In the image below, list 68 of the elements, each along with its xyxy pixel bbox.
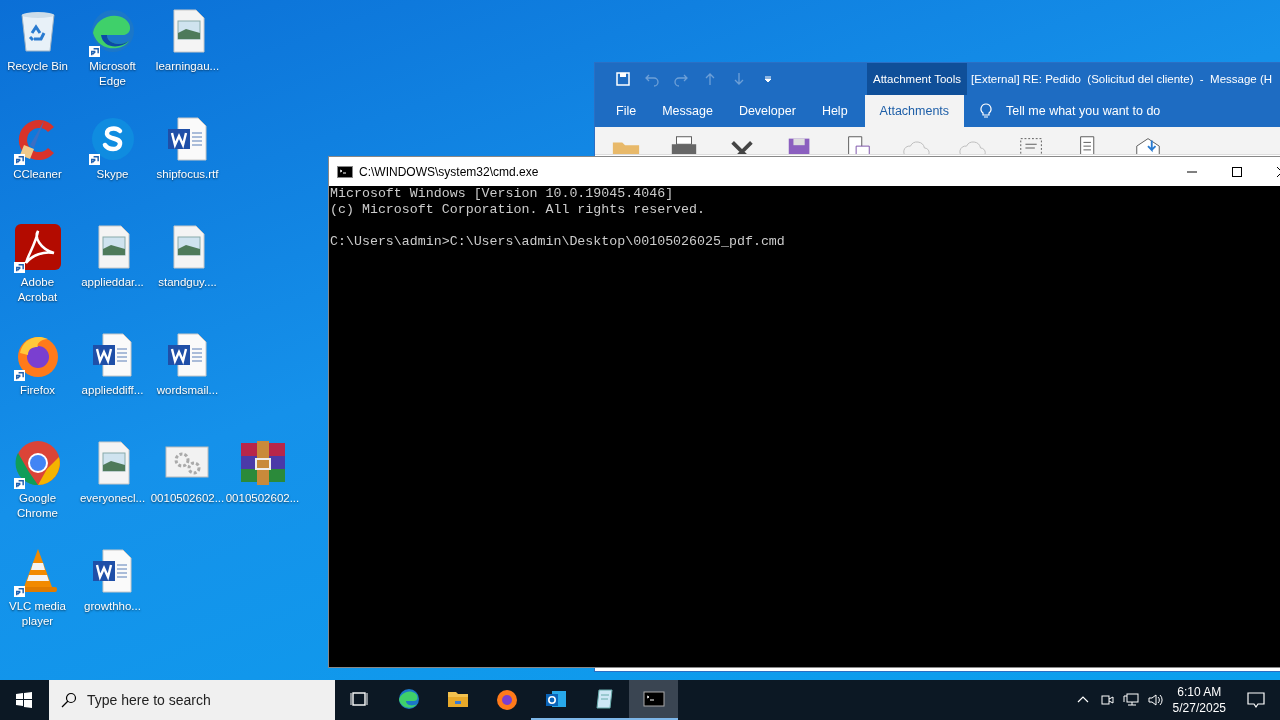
chrome-icon: [13, 439, 62, 487]
notifications-icon[interactable]: [1246, 690, 1266, 710]
ribbon-tab[interactable]: File: [603, 95, 650, 127]
shortcut-label: Microsoft Edge: [88, 59, 137, 89]
console-icon: [337, 163, 353, 180]
ribbon-tab[interactable]: Message: [649, 95, 726, 127]
ribbon-tab[interactable]: Help: [808, 95, 861, 127]
shortcut-label: learningau...: [154, 59, 221, 74]
volume-icon[interactable]: [1146, 692, 1163, 708]
shortcut-label: growthho...: [83, 599, 142, 614]
ribbon-tab[interactable]: Developer: [725, 95, 809, 127]
printer-icon[interactable]: [669, 133, 699, 154]
windows-logo-icon: [16, 692, 32, 708]
network-icon[interactable]: [1122, 692, 1139, 708]
shortcut-label: CCleaner: [12, 167, 63, 182]
context-tab-label: Attachment Tools: [867, 63, 967, 95]
shortcut-label: Recycle Bin: [6, 59, 69, 74]
clock-time[interactable]: 6:10 AM: [1177, 684, 1222, 700]
clock-date[interactable]: 5/27/2025: [1172, 700, 1226, 716]
desktop-shortcut[interactable]: Skype: [75, 108, 150, 216]
acrobat-icon: [13, 223, 62, 271]
desktop-shortcut[interactable]: Adobe Acrobat: [0, 216, 75, 324]
desktop-shortcut[interactable]: growthho...: [75, 540, 150, 648]
ribbon-tab[interactable]: Attachments: [864, 95, 965, 127]
desktop-shortcut[interactable]: 0010502602...: [225, 432, 300, 540]
shortcut-label: Google Chrome: [16, 491, 59, 521]
desktop-shortcut[interactable]: Microsoft Edge: [75, 0, 150, 108]
shortcut-label: 0010502602...: [150, 491, 225, 506]
desktop-shortcut[interactable]: 0010502602...: [150, 432, 225, 540]
window-title: [External] RE: Pedido (Solicitud del cliente) - Message (H: [971, 73, 1273, 85]
desktop-shortcut[interactable]: Google Chrome: [0, 432, 75, 540]
shortcut-label: shipfocus.rtf: [155, 167, 220, 182]
taskbar-app-button[interactable]: [629, 680, 678, 720]
desktop-shortcut[interactable]: everyonecl...: [75, 432, 150, 540]
window-title: C:\WINDOWS\system32\cmd.exe: [359, 164, 539, 179]
desktop-shortcut[interactable]: Recycle Bin: [0, 0, 75, 108]
desktop-shortcut[interactable]: VLC media player: [0, 540, 75, 648]
shortcut-label: standguy....: [157, 275, 218, 290]
desktop-shortcut[interactable]: learningau...: [150, 0, 225, 108]
shortcut-label: Adobe Acrobat: [16, 275, 59, 305]
shortcut-label: Skype: [95, 167, 130, 182]
desktop-shortcut[interactable]: Firefox: [0, 324, 75, 432]
search-icon: [61, 692, 77, 708]
desktop-shortcut[interactable]: CCleaner: [0, 108, 75, 216]
shortcut-label: VLC media player: [8, 599, 67, 629]
search-field[interactable]: Type here to search: [49, 680, 335, 720]
desktop-shortcut[interactable]: applieddiff...: [75, 324, 150, 432]
maximize-icon: [1231, 166, 1242, 177]
console-line: Microsoft Windows [Version 10.0.19045.4046]: [330, 186, 675, 202]
console-line: C:\Users\admin>C:\Users\admin\Desktop\00105026025_pdf.cmd: [330, 234, 786, 250]
shortcut-label: Firefox: [18, 383, 57, 398]
camera-icon[interactable]: [1098, 692, 1115, 708]
desktop-shortcut[interactable]: applieddar...: [75, 216, 150, 324]
console-line: (c) Microsoft Corporation. All rights reserved.: [330, 202, 707, 218]
tell-me-search[interactable]: Tell me what you want to do: [1006, 104, 1161, 118]
shortcut-label: wordsmail...: [155, 383, 220, 398]
edge-icon: [396, 687, 421, 711]
shortcut-label: applieddiff...: [80, 383, 145, 398]
desktop-shortcut[interactable]: shipfocus.rtf: [150, 108, 225, 216]
lightbulb-icon: [978, 103, 995, 119]
save-icon[interactable]: [615, 71, 631, 87]
shortcut-label: applieddar...: [80, 275, 145, 290]
shortcut-label: 0010502602...: [225, 491, 300, 506]
shortcut-label: everyonecl...: [78, 491, 147, 506]
firefox-icon: [494, 687, 519, 711]
archive-icon: [238, 439, 287, 487]
desktop-shortcut[interactable]: standguy....: [150, 216, 225, 324]
desktop-shortcut[interactable]: wordsmail...: [150, 324, 225, 432]
